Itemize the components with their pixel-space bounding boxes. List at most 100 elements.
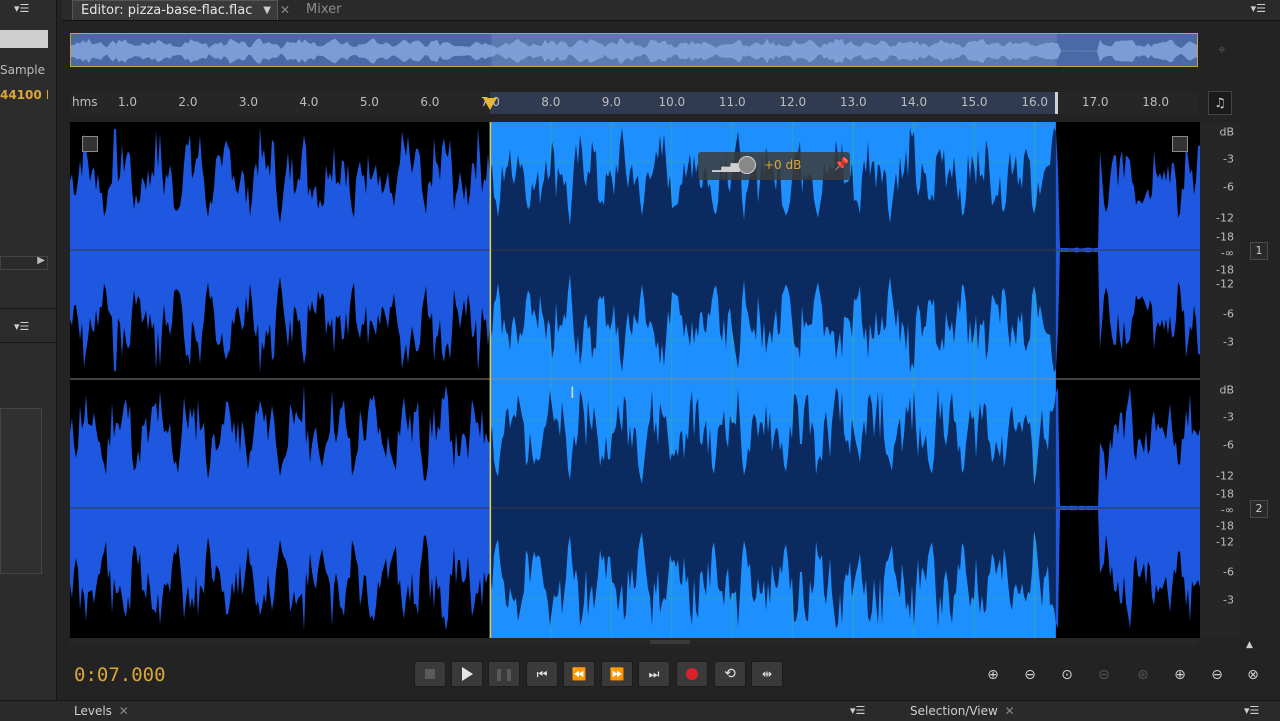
zoom-out-time-icon: ⊖	[1211, 667, 1223, 683]
tab-levels[interactable]: Levels ✕	[74, 702, 129, 720]
waveform-canvas[interactable]: I	[70, 122, 1200, 638]
loop-button[interactable]: ⟲	[714, 661, 746, 687]
db-label: -12	[1216, 211, 1234, 225]
zoom-selection-icon: ⊝	[1098, 667, 1110, 683]
stop-icon	[425, 669, 435, 679]
ruler-tick-label: 1.0	[117, 95, 137, 109]
zoom-full-button[interactable]: ⊙	[1054, 664, 1080, 686]
zoom-out-amplitude-button[interactable]: ⊖	[1017, 664, 1043, 686]
ruler-tick-label: 12.0	[779, 95, 807, 109]
headphones-icon[interactable]: ♫	[1208, 91, 1232, 115]
zoom-in-point-button[interactable]: ⊛	[1130, 664, 1156, 686]
db-label: -3	[1223, 152, 1234, 166]
scroll-right-icon[interactable]: ▶	[37, 255, 45, 266]
zoom-in-time-icon: ⊕	[1174, 667, 1186, 683]
time-ruler[interactable]: hms 1.0 2.0 3.0 4.0 5.0 6.0 7.0 8.0 9.0 10.0 11.0 1…	[70, 92, 1198, 114]
stop-button[interactable]	[414, 661, 446, 687]
selection-end-handle[interactable]	[1054, 92, 1058, 114]
zoom-in-time-button[interactable]: ⊕	[1167, 664, 1193, 686]
waveform-display[interactable]: I	[70, 122, 1200, 638]
db-label: -12	[1216, 535, 1234, 549]
ruler-tick-label: 13.0	[839, 95, 867, 109]
zoom-in-point-icon: ⊛	[1137, 667, 1149, 683]
pause-button[interactable]: ❚❚	[488, 661, 520, 687]
close-icon[interactable]: ✕	[1005, 704, 1015, 718]
sample-rate-value: 44100 H	[0, 88, 48, 102]
heads-up-display[interactable]: ▁▃▅ +0 dB 📌	[698, 152, 850, 180]
panel-menu-icon[interactable]: ▾☰	[14, 2, 29, 15]
effects-list[interactable]	[0, 408, 42, 574]
gain-knob[interactable]	[738, 156, 756, 174]
close-icon[interactable]: ✕	[280, 0, 290, 20]
amplitude-scale: dB -3 -6 -12 -18 -∞ -18 -12 -6 -3 dB -3 -6 -12 -18 -∞ -1…	[1200, 122, 1240, 638]
overview-navigator[interactable]	[70, 33, 1198, 67]
zoom-selection-button[interactable]: ⊝	[1091, 664, 1117, 686]
ruler-tick-label: 9.0	[601, 95, 621, 109]
zoom-reset-button[interactable]: ⊗	[1240, 664, 1266, 686]
tab-mixer[interactable]: Mixer	[298, 0, 349, 20]
play-button[interactable]	[451, 661, 483, 687]
ruler-tick-label: 3.0	[238, 95, 258, 109]
scroll-up-icon[interactable]: ▲	[1246, 640, 1253, 650]
panel-menu-icon[interactable]: ▾☰	[1251, 2, 1266, 15]
ruler-unit: hms	[72, 95, 98, 109]
ruler-tick-label: 17.0	[1081, 95, 1109, 109]
zoom-full-icon: ⊙	[1061, 667, 1073, 683]
time-display: 0:07.000	[74, 664, 166, 686]
panel-menu-icon[interactable]: ▾☰	[14, 320, 29, 333]
panel-menu-icon[interactable]: ▾☰	[850, 704, 865, 717]
zoom-out-time-button[interactable]: ⊖	[1204, 664, 1230, 686]
db-label: -18	[1216, 519, 1234, 533]
close-icon[interactable]: ✕	[119, 704, 129, 718]
scroll-thumb[interactable]	[650, 640, 690, 644]
fade-out-handle[interactable]	[1172, 136, 1188, 152]
skip-end-button[interactable]: ⏭	[638, 661, 670, 687]
ruler-tick-label: 15.0	[960, 95, 988, 109]
db-label: -6	[1223, 438, 1234, 452]
horizontal-scrollbar[interactable]: ▶	[0, 255, 48, 270]
zoom-in-amplitude-button[interactable]: ⊕	[980, 664, 1006, 686]
horizontal-scroll-track[interactable]	[70, 638, 1198, 646]
playhead-handle[interactable]	[483, 98, 498, 110]
skip-start-button[interactable]: ⏮	[526, 661, 558, 687]
db-label: -3	[1223, 410, 1234, 424]
record-button[interactable]	[676, 661, 708, 687]
channel-2-badge[interactable]: 2	[1250, 500, 1268, 518]
file-name-strip[interactable]	[0, 30, 48, 48]
db-label: -3	[1223, 335, 1234, 349]
ruler-tick-label: 14.0	[900, 95, 928, 109]
i-beam-cursor: I	[570, 383, 575, 402]
channel-1-badge[interactable]: 1	[1250, 242, 1268, 260]
tab-selection-view[interactable]: Selection/View ✕	[910, 702, 1015, 720]
ruler-tick-label: 8.0	[541, 95, 561, 109]
gain-value: +0 dB	[764, 158, 802, 172]
db-label: -6	[1223, 307, 1234, 321]
volume-icon: ▁▃▅	[712, 158, 740, 172]
tab-editor[interactable]: Editor: pizza-base-flac.flac ▼	[72, 0, 278, 20]
ruler-tick-label: 6.0	[420, 95, 440, 109]
skip-end-icon: ⏭	[648, 666, 660, 681]
panel-menu-icon[interactable]: ▾☰	[1244, 704, 1259, 717]
zoom-in-icon: ⊕	[987, 667, 999, 683]
pin-icon[interactable]: 📌	[834, 157, 849, 171]
db-label: -3	[1223, 593, 1234, 607]
skip-start-icon: ⏮	[536, 666, 548, 681]
db-label: -18	[1216, 487, 1234, 501]
db-label: dB	[1219, 383, 1234, 397]
ruler-tick-label: 10.0	[658, 95, 686, 109]
db-label: -12	[1216, 469, 1234, 483]
db-label: -∞	[1220, 246, 1234, 260]
files-panel: ▾☰ Sample F 44100 H ▶ ▾☰	[0, 0, 57, 720]
zoom-reset-icon: ⊗	[1247, 667, 1259, 683]
tab-editor-label: Editor: pizza-base-flac.flac	[81, 3, 253, 18]
db-label: -18	[1216, 230, 1234, 244]
fast-forward-button[interactable]: ⏩	[601, 661, 633, 687]
dropdown-icon[interactable]: ▼	[263, 1, 271, 21]
skip-selection-button[interactable]: ⇹	[751, 661, 783, 687]
rewind-icon: ⏪	[571, 667, 587, 681]
ruler-tick-label: 11.0	[718, 95, 746, 109]
fast-forward-icon: ⏩	[609, 667, 625, 681]
rewind-button[interactable]: ⏪	[563, 661, 595, 687]
fade-in-handle[interactable]	[82, 136, 98, 152]
ruler-tick-label: 5.0	[359, 95, 379, 109]
